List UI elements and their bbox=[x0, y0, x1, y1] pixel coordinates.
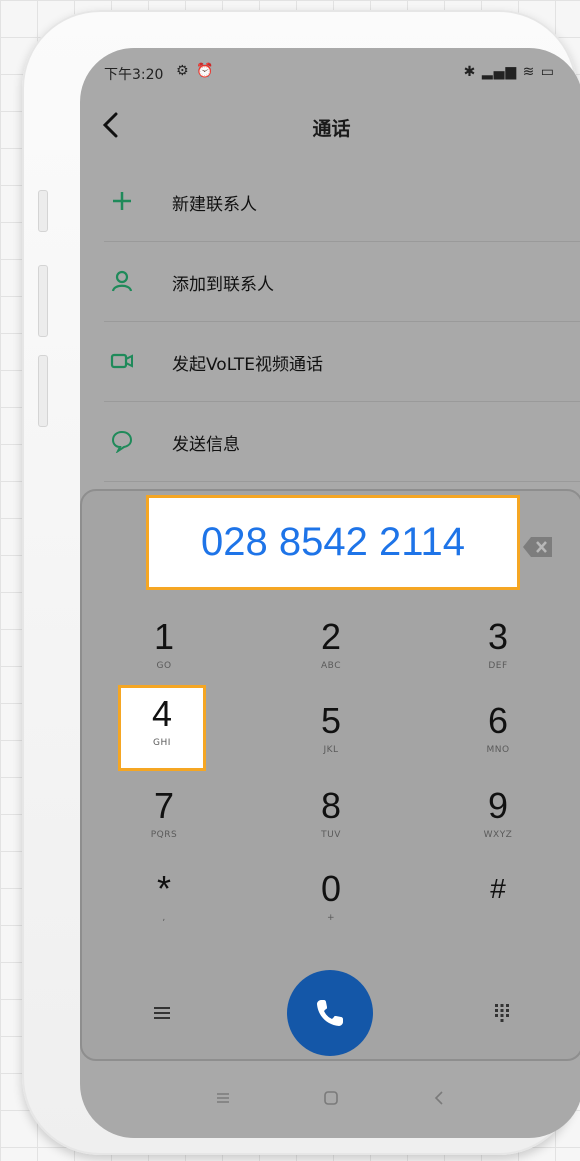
status-time: 下午3:20 bbox=[104, 67, 164, 83]
key-digit: 5 bbox=[320, 700, 342, 741]
action-menu: 新建联系人 添加到联系人 发起VoLTE视频通话 发送信息 bbox=[104, 162, 580, 482]
system-nav-bar bbox=[80, 1073, 580, 1123]
bluetooth-icon: ✱ bbox=[463, 64, 477, 80]
back-nav-icon[interactable] bbox=[428, 1087, 450, 1109]
gear-icon: ⚙ bbox=[176, 63, 189, 79]
menu-item-add-to-contact[interactable]: 添加到联系人 bbox=[104, 242, 580, 322]
menu-item-video-call[interactable]: 发起VoLTE视频通话 bbox=[104, 322, 580, 402]
key-letters: GHI bbox=[153, 738, 171, 748]
status-icons: ✱ ▂▄▆ ≋ ▭ bbox=[464, 64, 555, 80]
phone-frame: 下午3:20 ⚙ ⏰ ✱ ▂▄▆ ≋ ▭ 通话 新建联系人 添加到联系人 发起V… bbox=[22, 10, 580, 1155]
wifi-icon: ≋ bbox=[522, 64, 536, 80]
key-digit: 6 bbox=[487, 700, 509, 741]
dialed-number[interactable]: 028 8542 2114 bbox=[146, 495, 520, 590]
phone-icon bbox=[317, 1000, 343, 1026]
key-star[interactable]: * , bbox=[104, 861, 224, 945]
plus-icon bbox=[113, 192, 131, 210]
menu-item-label: 发起VoLTE视频通话 bbox=[172, 355, 323, 375]
key-letters: JKL bbox=[323, 745, 339, 755]
signal-icon: ▂▄▆ bbox=[481, 64, 518, 80]
menu-icon[interactable] bbox=[148, 999, 176, 1027]
person-icon bbox=[111, 270, 133, 292]
dialer-panel: 028 8542 2114 1 GO 2 ABC 3 DEF 4 GHI 5 J… bbox=[80, 489, 580, 1061]
key-letters: ABC bbox=[321, 661, 341, 671]
key-4[interactable]: 4 GHI bbox=[118, 685, 206, 771]
menu-item-label: 新建联系人 bbox=[172, 195, 257, 215]
key-letters: TUV bbox=[321, 830, 341, 840]
key-8[interactable]: 8 TUV bbox=[271, 778, 391, 862]
dialpad-icon[interactable] bbox=[488, 999, 516, 1027]
key-digit: 0 bbox=[320, 868, 342, 909]
volume-button bbox=[38, 190, 48, 232]
backspace-icon[interactable] bbox=[522, 536, 554, 558]
key-digit: 1 bbox=[153, 616, 175, 657]
status-bar: 下午3:20 ⚙ ⏰ ✱ ▂▄▆ ≋ ▭ bbox=[80, 48, 580, 92]
key-digit: 8 bbox=[320, 785, 342, 826]
video-icon bbox=[110, 353, 133, 369]
call-button[interactable] bbox=[287, 970, 373, 1056]
alarm-icon: ⏰ bbox=[196, 63, 214, 79]
key-hash[interactable]: # bbox=[438, 861, 558, 945]
key-letters: DEF bbox=[488, 661, 508, 671]
home-icon[interactable] bbox=[320, 1087, 342, 1109]
menu-item-new-contact[interactable]: 新建联系人 bbox=[104, 162, 580, 242]
key-letters: , bbox=[162, 913, 166, 923]
key-0[interactable]: 0 + bbox=[271, 861, 391, 945]
key-digit: # bbox=[490, 873, 506, 904]
key-6[interactable]: 6 MNO bbox=[438, 693, 558, 777]
message-icon bbox=[111, 430, 133, 453]
key-1[interactable]: 1 GO bbox=[104, 609, 224, 693]
key-letters: WXYZ bbox=[483, 830, 513, 840]
key-7[interactable]: 7 PQRS bbox=[104, 778, 224, 862]
battery-icon: ▭ bbox=[540, 64, 555, 80]
menu-item-send-message[interactable]: 发送信息 bbox=[104, 402, 580, 482]
key-digit: 9 bbox=[487, 785, 509, 826]
key-letters: + bbox=[326, 913, 336, 923]
menu-item-label: 添加到联系人 bbox=[172, 275, 274, 295]
menu-item-label: 发送信息 bbox=[172, 435, 240, 455]
recent-apps-icon[interactable] bbox=[212, 1087, 234, 1109]
key-3[interactable]: 3 DEF bbox=[438, 609, 558, 693]
key-digit: 4 bbox=[151, 693, 173, 734]
key-digit: 3 bbox=[487, 616, 509, 657]
key-9[interactable]: 9 WXYZ bbox=[438, 778, 558, 862]
key-2[interactable]: 2 ABC bbox=[271, 609, 391, 693]
key-digit: 7 bbox=[153, 785, 175, 826]
key-digit: * bbox=[156, 868, 171, 909]
page-title: 通话 bbox=[312, 118, 351, 140]
volume-button bbox=[38, 265, 48, 337]
power-button bbox=[38, 355, 48, 427]
key-5[interactable]: 5 JKL bbox=[271, 693, 391, 777]
phone-screen: 下午3:20 ⚙ ⏰ ✱ ▂▄▆ ≋ ▭ 通话 新建联系人 添加到联系人 发起V… bbox=[80, 48, 580, 1138]
key-letters: MNO bbox=[486, 745, 510, 755]
key-letters: GO bbox=[156, 661, 172, 671]
key-letters: PQRS bbox=[150, 830, 178, 840]
key-digit: 2 bbox=[320, 616, 342, 657]
